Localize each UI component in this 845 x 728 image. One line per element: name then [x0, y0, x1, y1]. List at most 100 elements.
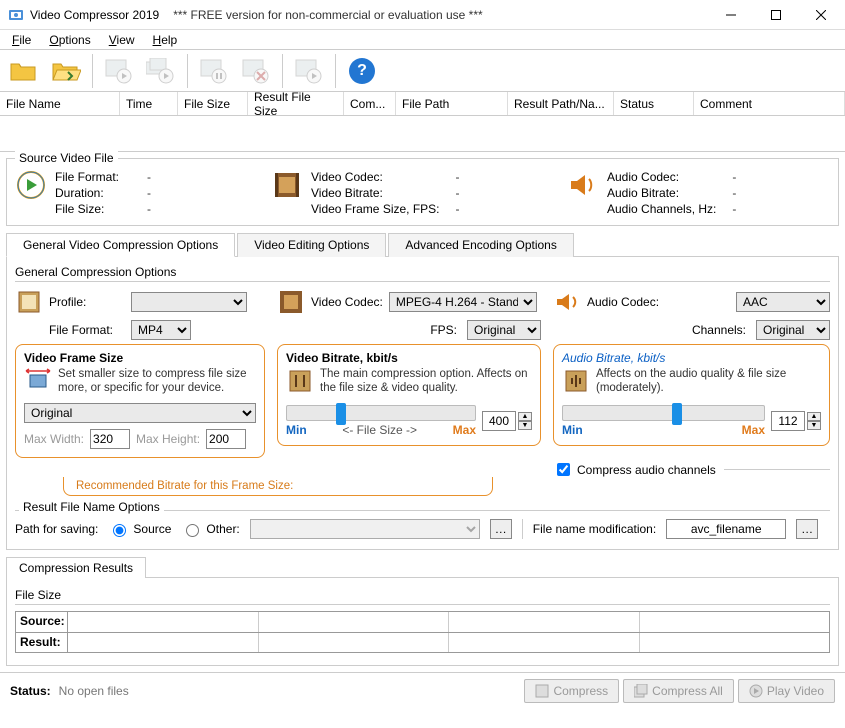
col-filepath[interactable]: File Path [396, 92, 508, 115]
lbl-achannels: Audio Channels, Hz: [607, 201, 716, 217]
lbl-duration: Duration: [55, 185, 119, 201]
val-vbitrate: - [456, 185, 460, 201]
recommended-bitrate: Recommended Bitrate for this Frame Size: [63, 477, 493, 496]
open-file-button[interactable] [6, 53, 42, 89]
media-file-icon [15, 169, 47, 201]
video-bitrate-slider[interactable] [286, 405, 476, 421]
frame-size-select[interactable]: Original [24, 403, 256, 423]
speaker-icon [567, 169, 599, 201]
fnm-input[interactable] [666, 519, 786, 539]
help-button[interactable]: ? [344, 53, 380, 89]
minimize-button[interactable] [708, 0, 753, 30]
fileformat-select[interactable]: MP4 [131, 320, 191, 340]
options-tab-body: General Compression Options Profile: Fil… [6, 257, 839, 550]
fileformat-label: File Format: [49, 323, 125, 337]
col-time[interactable]: Time [120, 92, 178, 115]
menu-options[interactable]: Options [41, 31, 98, 49]
lbl-abitrate: Audio Bitrate: [607, 185, 716, 201]
play-video-button[interactable]: Play Video [738, 679, 835, 703]
video-bitrate-input[interactable] [482, 411, 516, 431]
col-resultpath[interactable]: Result Path/Na... [508, 92, 614, 115]
bitrate-title: Video Bitrate, kbit/s [286, 351, 532, 365]
bitrate-up[interactable]: ▲ [518, 412, 532, 421]
bitrate-hint: The main compression option. Affects on … [320, 367, 532, 395]
filmstrip-icon [271, 169, 303, 201]
compress-audio-checkbox[interactable] [557, 463, 570, 476]
col-status[interactable]: Status [614, 92, 694, 115]
tab-editing[interactable]: Video Editing Options [237, 233, 386, 257]
path-source-radio[interactable] [113, 524, 126, 537]
col-compression[interactable]: Com... [344, 92, 396, 115]
filmstrip-small-icon [277, 288, 305, 316]
channels-select[interactable]: Original [756, 320, 830, 340]
tab-general[interactable]: General Video Compression Options [6, 233, 235, 257]
profile-select[interactable] [131, 292, 247, 312]
file-table-body[interactable] [0, 116, 845, 152]
toolbar: ? [0, 50, 845, 92]
val-acodec: - [732, 169, 736, 185]
audio-bitrate-slider[interactable] [562, 405, 765, 421]
val-vcodec: - [456, 169, 460, 185]
pause-button[interactable] [196, 53, 232, 89]
channels-label: Channels: [692, 323, 746, 337]
audio-down[interactable]: ▼ [807, 421, 821, 430]
val-duration: - [147, 185, 151, 201]
audio-min: Min [562, 423, 583, 437]
status-bar: Status: No open files Compress Compress … [0, 672, 845, 709]
path-other-radio[interactable] [186, 524, 199, 537]
file-table-header: File Name Time File Size Result File Siz… [0, 92, 845, 116]
profile-label: Profile: [49, 295, 125, 309]
open-folder-button[interactable] [48, 53, 84, 89]
preview-button[interactable] [291, 53, 327, 89]
gco-group-label: General Compression Options [15, 265, 830, 279]
title-bar: Video Compressor 2019 *** FREE version f… [0, 0, 845, 30]
options-tabstrip: General Video Compression Options Video … [6, 232, 839, 257]
audio-bitrate-input[interactable] [771, 411, 805, 431]
compress-icon [286, 367, 314, 395]
video-bitrate-box: Video Bitrate, kbit/s The main compressi… [277, 344, 541, 446]
frame-size-box: Video Frame Size Set smaller size to com… [15, 344, 265, 458]
compress-button[interactable]: Compress [524, 679, 619, 703]
col-filename[interactable]: File Name [0, 92, 120, 115]
results-grid: Source: Result: [15, 611, 830, 653]
speaker-small-icon [553, 288, 581, 316]
results-group-label: File Size [15, 588, 830, 602]
fnm-label: File name modification: [533, 522, 656, 536]
play-all-button[interactable] [143, 53, 179, 89]
fnm-options-button[interactable]: … [796, 519, 818, 539]
maxw-label: Max Width: [24, 432, 84, 446]
stop-button[interactable] [238, 53, 274, 89]
menu-file[interactable]: File [4, 31, 39, 49]
menu-help[interactable]: Help [145, 31, 186, 49]
maxw-input[interactable] [90, 429, 130, 449]
browse-path-button[interactable]: … [490, 519, 512, 539]
results-tab[interactable]: Compression Results [6, 557, 146, 578]
audio-up[interactable]: ▲ [807, 412, 821, 421]
status-label: Status: [10, 684, 51, 698]
profile-icon [15, 288, 43, 316]
compress-all-button[interactable]: Compress All [623, 679, 734, 703]
close-button[interactable] [798, 0, 843, 30]
window-title: Video Compressor 2019 [30, 8, 159, 22]
audio-max: Max [742, 423, 765, 437]
acodec-select[interactable]: AAC [736, 292, 830, 312]
audio-title: Audio Bitrate, kbit/s [562, 351, 821, 365]
vcodec-select[interactable]: MPEG-4 H.264 - Standar [389, 292, 537, 312]
col-resultsize[interactable]: Result File Size [248, 92, 344, 115]
bitrate-down[interactable]: ▼ [518, 421, 532, 430]
lbl-filesize: File Size: [55, 201, 119, 217]
play-button[interactable] [101, 53, 137, 89]
bitrate-min: Min [286, 423, 307, 437]
fps-select[interactable]: Original [467, 320, 541, 340]
menu-view[interactable]: View [101, 31, 143, 49]
col-comment[interactable]: Comment [694, 92, 845, 115]
bitrate-max: Max [453, 423, 476, 437]
frame-hint: Set smaller size to compress file size m… [58, 367, 256, 395]
path-other-label: Other: [206, 522, 239, 536]
col-filesize[interactable]: File Size [178, 92, 248, 115]
maxh-input[interactable] [206, 429, 246, 449]
tab-advanced[interactable]: Advanced Encoding Options [388, 233, 573, 257]
rfno-legend: Result File Name Options [19, 500, 164, 514]
path-other-select[interactable] [250, 519, 480, 539]
maximize-button[interactable] [753, 0, 798, 30]
